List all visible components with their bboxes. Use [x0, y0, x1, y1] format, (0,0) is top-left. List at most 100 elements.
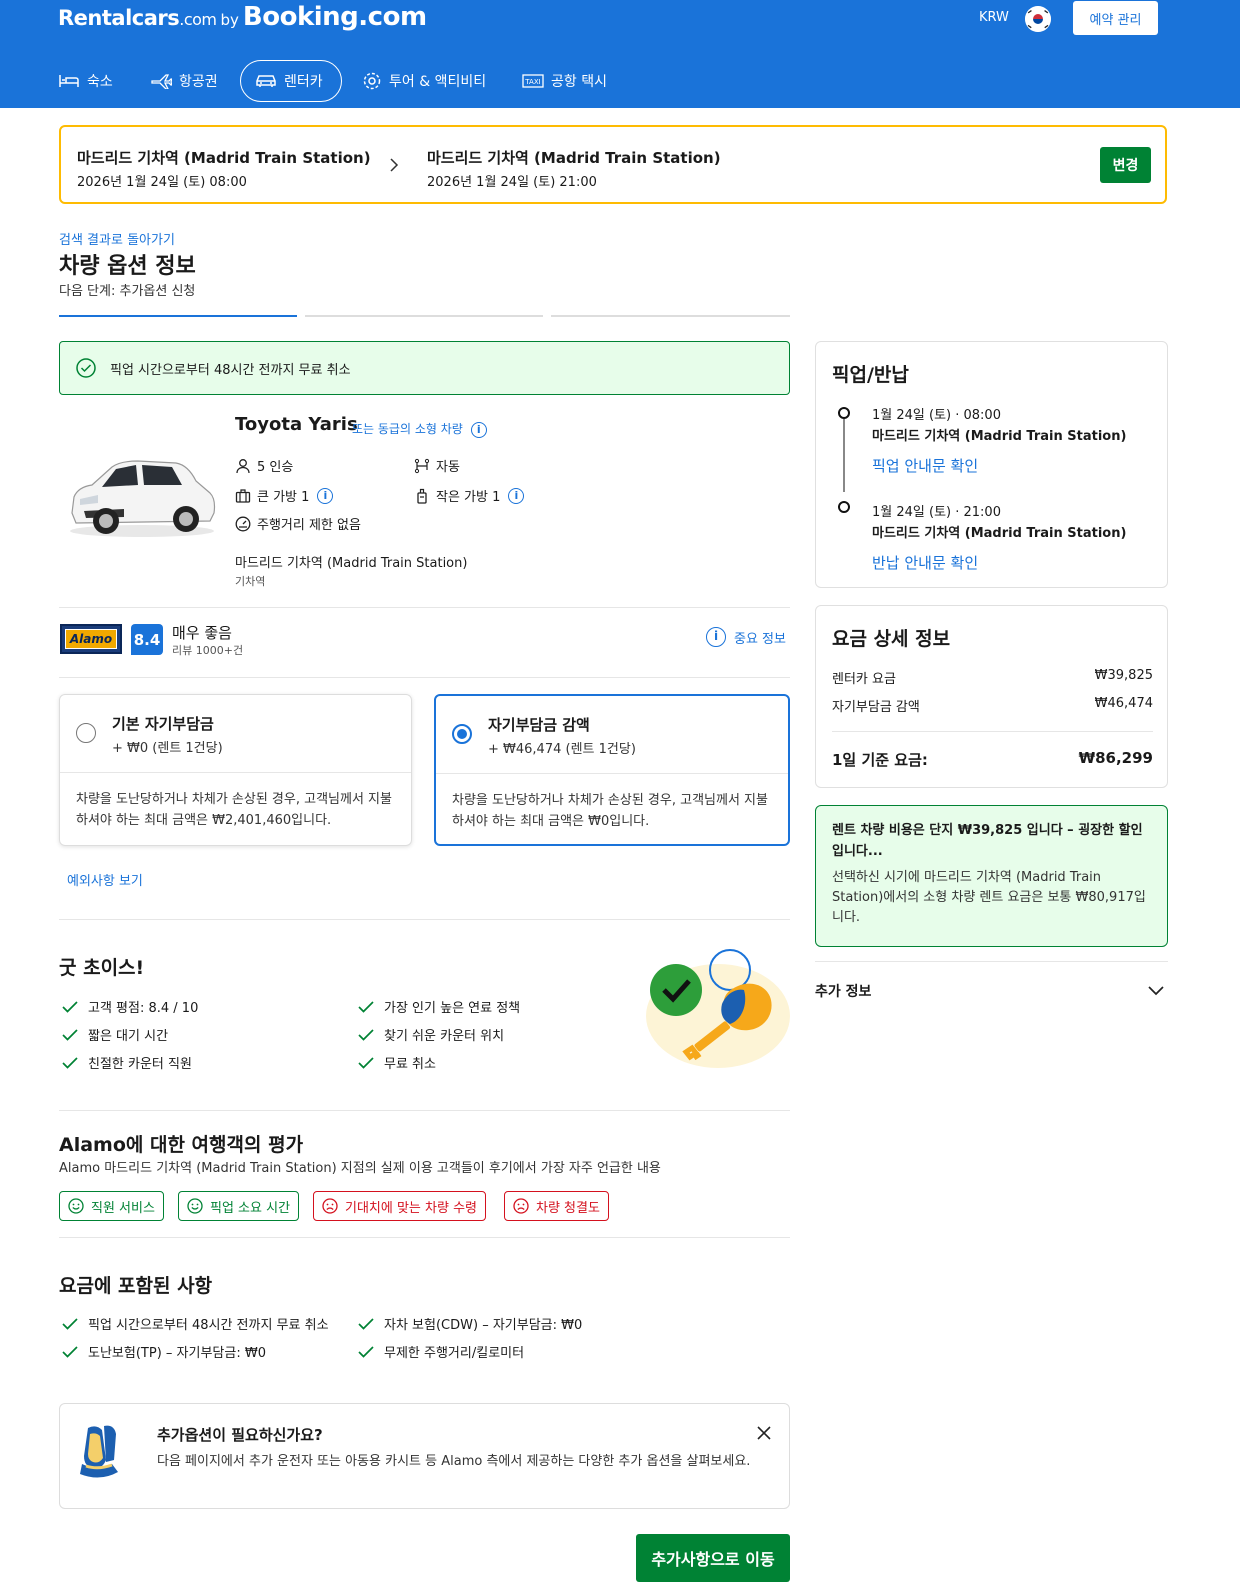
- check-icon: [358, 1028, 374, 1041]
- extras-promo-card: 추가옵션이 필요하신가요? 다음 페이지에서 추가 운전자 또는 아동용 카시트…: [59, 1403, 790, 1509]
- option-basic-excess[interactable]: 기본 자기부담금 + ₩0 (렌트 1건당) 차량을 도난당하거나 차체가 손상…: [59, 694, 412, 846]
- deal-banner: 렌트 차량 비용은 단지 ₩39,825 입니다 – 굉장한 할인입니다... …: [815, 805, 1168, 947]
- mileage-feature: 주행거리 제한 없음: [235, 514, 361, 533]
- bed-icon: [59, 75, 79, 87]
- search-summary: 마드리드 기차역 (Madrid Train Station) 2026년 1월…: [59, 125, 1167, 204]
- price-details-card: 요금 상세 정보 렌터카 요금 ₩39,825 자기부담금 감액 ₩46,474 1…: [815, 605, 1168, 788]
- sidebar-return-location: 마드리드 기차역 (Madrid Train Station): [872, 526, 1127, 541]
- check-icon: [62, 1317, 78, 1330]
- svg-text:TAXI: TAXI: [524, 78, 540, 86]
- good-choice-item: 짧은 대기 시간: [62, 1025, 168, 1044]
- return-datetime: 1월 24일 (토) · 21:00: [872, 505, 1001, 520]
- pickup-return-title: 픽업/반납: [832, 364, 909, 386]
- similar-info-icon[interactable]: i: [470, 422, 487, 438]
- progress-step-1: [59, 315, 297, 317]
- included-title: 요금에 포함된 사항: [59, 1275, 213, 1297]
- option-description: 차량을 도난당하거나 차체가 손상된 경우, 고객님께서 지불하셔야 하는 최대…: [76, 792, 392, 828]
- divider: [832, 731, 1153, 732]
- currency-selector[interactable]: KRW: [979, 10, 1009, 25]
- change-search-button[interactable]: 변경: [1100, 147, 1151, 183]
- pickup-guide-link[interactable]: 픽업 안내문 확인: [872, 455, 978, 476]
- check-icon: [62, 1028, 78, 1041]
- good-choice-item: 고객 평점: 8.4 / 10: [62, 997, 198, 1016]
- good-choice-item: 찾기 쉬운 카운터 위치: [358, 1025, 504, 1044]
- smile-icon: [68, 1198, 84, 1214]
- dropoff-date: 2026년 1월 24일 (토) 21:00: [427, 175, 597, 190]
- check-icon: [62, 1000, 78, 1013]
- check-icon: [358, 1056, 374, 1069]
- divider: [815, 961, 1168, 962]
- option-reduced-excess[interactable]: 자기부담금 감액 + ₩46,474 (렌트 1건당) 차량을 도난당하거나 차…: [434, 694, 790, 846]
- site-logo[interactable]: Rentalcars.com by Booking.com: [58, 2, 427, 32]
- close-icon[interactable]: [757, 1426, 771, 1440]
- included-item: 픽업 시간으로부터 48시간 전까지 무료 취소: [62, 1314, 329, 1333]
- radio-basic-excess[interactable]: [76, 723, 96, 743]
- chevron-down-icon[interactable]: [1148, 986, 1164, 996]
- large-bags-info-icon[interactable]: i: [317, 487, 334, 504]
- back-to-results-link[interactable]: 검색 결과로 돌아가기: [59, 229, 175, 248]
- seats-feature: 5 인승: [235, 456, 293, 475]
- check-icon: [358, 1317, 374, 1330]
- supplier-logo: Alamo: [60, 624, 122, 654]
- return-guide-link[interactable]: 반납 안내문 확인: [872, 552, 978, 573]
- pickup-return-card: 픽업/반납 1월 24일 (토) · 08:00 마드리드 기차역 (Madri…: [815, 341, 1168, 588]
- smile-icon: [187, 1198, 203, 1214]
- excess-price-row: 자기부담금 감액 ₩46,474: [832, 696, 1153, 715]
- car-image: [70, 460, 216, 537]
- radio-reduced-excess[interactable]: [452, 724, 472, 744]
- check-icon: [62, 1345, 78, 1358]
- extras-description: 다음 페이지에서 추가 운전자 또는 아동용 카시트 등 Alamo 측에서 제…: [157, 1454, 751, 1469]
- deal-title: 렌트 차량 비용은 단지 ₩39,825 입니다 – 굉장한 할인입니다...: [832, 823, 1143, 859]
- total-price-row: 1일 기준 요금: ₩86,299: [832, 749, 1153, 769]
- go-to-extras-button[interactable]: 추가사항으로 이동: [636, 1534, 790, 1582]
- car-pickup-type: 기차역: [235, 575, 266, 588]
- rental-price-row: 렌터카 요금 ₩39,825: [832, 668, 1153, 687]
- pickup-location: 마드리드 기차역 (Madrid Train Station): [77, 149, 371, 167]
- manage-booking-button[interactable]: 예약 관리: [1073, 1, 1158, 35]
- korea-flag-icon[interactable]: [1025, 6, 1051, 32]
- small-bags-feature: 작은 가방 1i: [414, 486, 525, 505]
- check-icon: [358, 1000, 374, 1013]
- divider: [59, 1237, 790, 1238]
- pickup-datetime: 1월 24일 (토) · 08:00: [872, 408, 1001, 423]
- nav-car-rentals[interactable]: 렌터카: [240, 60, 342, 102]
- reviews-title: Alamo에 대한 여행객의 평가: [59, 1134, 304, 1156]
- car-keys-illustration: [646, 949, 790, 1068]
- view-exceptions-link[interactable]: 예외사항 보기: [67, 870, 143, 889]
- included-item: 무제한 주행거리/킬로미터: [358, 1342, 524, 1361]
- good-choice-item: 가장 인기 높은 연료 정책: [358, 997, 520, 1016]
- small-bags-info-icon[interactable]: i: [508, 487, 525, 504]
- deal-description: 선택하신 시기에 마드리드 기차역 (Madrid Train Station)…: [832, 870, 1146, 925]
- frown-icon: [322, 1198, 338, 1214]
- good-choice-item: 무료 취소: [358, 1053, 436, 1072]
- check-circle-icon: [76, 358, 96, 378]
- important-info-link[interactable]: i 중요 정보: [706, 627, 786, 647]
- page-title: 차량 옵션 정보: [59, 254, 196, 279]
- extras-title: 추가옵션이 필요하신가요?: [157, 1426, 323, 1444]
- reviews-subtitle: Alamo 마드리드 기차역 (Madrid Train Station) 지점…: [59, 1161, 661, 1176]
- review-tag-negative: 기대치에 맞는 차량 수령: [313, 1191, 486, 1221]
- progress-step-2: [305, 315, 543, 317]
- price-details-title: 요금 상세 정보: [832, 628, 951, 650]
- option-description: 차량을 도난당하거나 차체가 손상된 경우, 고객님께서 지불하셔야 하는 최대…: [452, 793, 768, 829]
- nav-stays[interactable]: 숙소: [58, 60, 113, 102]
- car-seat-icon: [80, 1425, 118, 1478]
- next-step-text: 다음 단계: 추가옵션 신청: [59, 284, 196, 299]
- progress-step-3: [551, 315, 790, 317]
- free-cancellation-banner: 픽업 시간으로부터 48시간 전까지 무료 취소: [59, 341, 790, 395]
- dropoff-location: 마드리드 기차역 (Madrid Train Station): [427, 149, 721, 167]
- nav-airport-taxi[interactable]: TAXI 공항 택시: [522, 60, 607, 102]
- more-info-toggle[interactable]: 추가 정보: [815, 981, 871, 1001]
- rating-label: 매우 좋음: [172, 624, 232, 642]
- review-count: 리뷰 1000+건: [172, 644, 244, 657]
- nav-flights[interactable]: 항공권: [150, 60, 218, 102]
- timeline-icon: [838, 407, 850, 513]
- car-similar-text: 또는 동급의 소형 차량 i: [352, 420, 487, 438]
- chevron-right-icon: [390, 158, 399, 172]
- good-choice-title: 굿 초이스!: [59, 957, 145, 979]
- nav-attractions[interactable]: 투어 & 액티비티: [362, 60, 486, 102]
- transmission-feature: 자동: [414, 456, 460, 475]
- car-name: Toyota Yaris: [235, 414, 358, 435]
- check-icon: [358, 1345, 374, 1358]
- check-icon: [62, 1056, 78, 1069]
